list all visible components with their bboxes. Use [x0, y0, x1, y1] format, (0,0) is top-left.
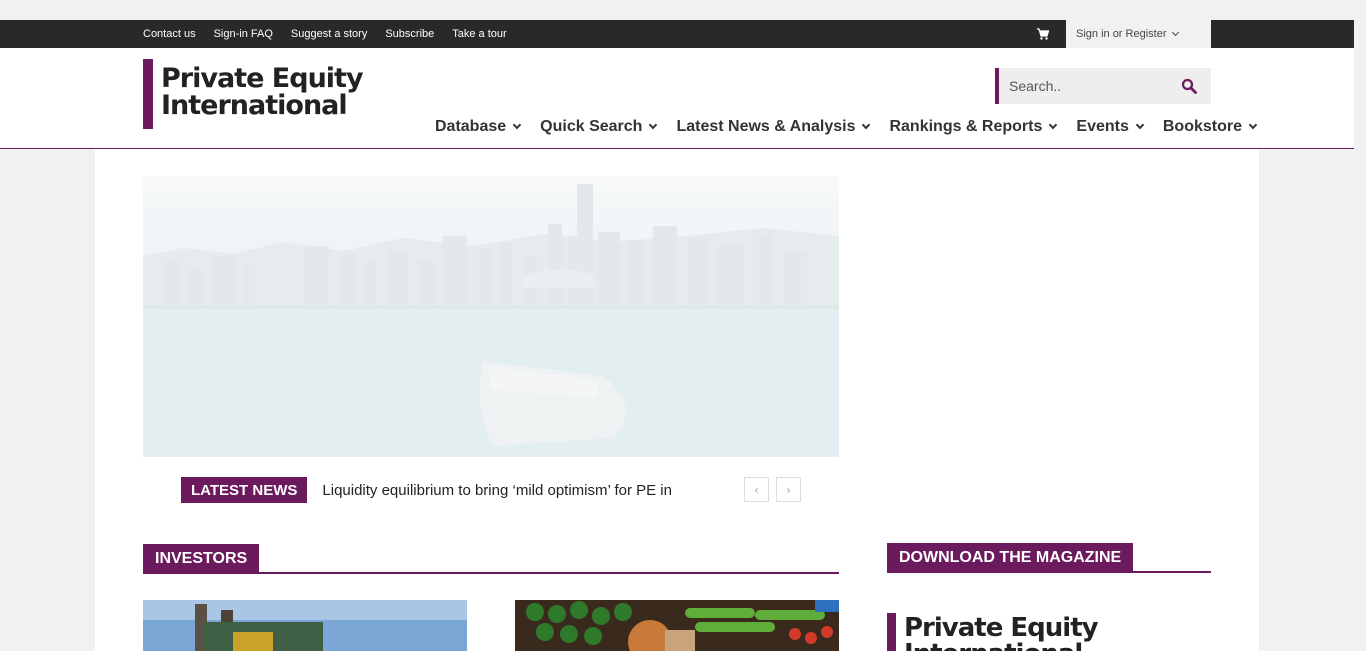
chevron-down-icon [649, 120, 658, 130]
logo-bar [143, 59, 153, 129]
latest-news-tag: LATEST NEWS [181, 477, 308, 503]
nav-rankings-reports[interactable]: Rankings & Reports [889, 118, 1058, 136]
nav-database[interactable]: Database [435, 118, 522, 136]
site-header: Private Equity International Database Qu… [0, 48, 1354, 149]
logo-bar [887, 613, 896, 651]
article-image-sign [143, 600, 467, 651]
ticker-headline[interactable]: Liquidity equilibrium to bring ‘mild opt… [322, 482, 672, 499]
magazine-logo-text: Private Equity International [904, 613, 1099, 651]
utility-links: Contact us Sign-in FAQ Suggest a story S… [143, 20, 507, 48]
chevron-right-icon: › [786, 482, 791, 497]
search-box [995, 68, 1211, 104]
signin-faq-link[interactable]: Sign-in FAQ [214, 28, 273, 40]
nav-latest-news[interactable]: Latest News & Analysis [676, 118, 871, 136]
investors-section-header: INVESTORS [143, 544, 839, 574]
search-icon[interactable] [1181, 78, 1197, 94]
signin-register-dropdown[interactable]: Sign in or Register [1066, 20, 1211, 48]
hero-image[interactable] [143, 176, 839, 457]
chevron-down-icon [1049, 120, 1058, 130]
nav-quick-search[interactable]: Quick Search [540, 118, 658, 136]
chevron-down-icon [1135, 120, 1145, 130]
ticker-prev-button[interactable]: ‹ [744, 477, 769, 502]
chevron-down-icon [1248, 120, 1258, 130]
take-tour-link[interactable]: Take a tour [452, 28, 506, 40]
ticker-next-button[interactable]: › [776, 477, 801, 502]
nav-bookstore[interactable]: Bookstore [1163, 118, 1258, 136]
chevron-left-icon: ‹ [754, 482, 759, 497]
contact-us-link[interactable]: Contact us [143, 28, 196, 40]
chevron-down-icon [1171, 28, 1179, 37]
utility-bar: Contact us Sign-in FAQ Suggest a story S… [0, 20, 1354, 48]
chevron-down-icon [512, 120, 522, 130]
logo-text: Private Equity International [161, 63, 364, 121]
suggest-story-link[interactable]: Suggest a story [291, 28, 367, 40]
site-logo[interactable]: Private Equity International [143, 59, 364, 129]
subscribe-link[interactable]: Subscribe [385, 28, 434, 40]
chevron-down-icon [862, 120, 871, 130]
signin-label: Sign in or Register [1076, 28, 1167, 40]
investors-section-title[interactable]: INVESTORS [143, 544, 260, 573]
article-thumbnail[interactable] [143, 600, 467, 651]
nav-events[interactable]: Events [1076, 118, 1145, 136]
cart-icon[interactable] [1036, 27, 1050, 41]
magazine-section-title[interactable]: DOWNLOAD THE MAGAZINE [887, 543, 1134, 572]
article-thumbnail[interactable] [515, 600, 839, 651]
magazine-section-header: DOWNLOAD THE MAGAZINE [887, 543, 1211, 573]
main-nav: Database Quick Search Latest News & Anal… [435, 118, 1276, 136]
harbour-skyline-image [143, 184, 839, 457]
magazine-logo[interactable]: Private Equity International [887, 613, 1099, 651]
search-input[interactable] [999, 78, 1169, 94]
article-image-market [515, 600, 839, 651]
latest-news-ticker: LATEST NEWS Liquidity equilibrium to bri… [181, 477, 672, 503]
